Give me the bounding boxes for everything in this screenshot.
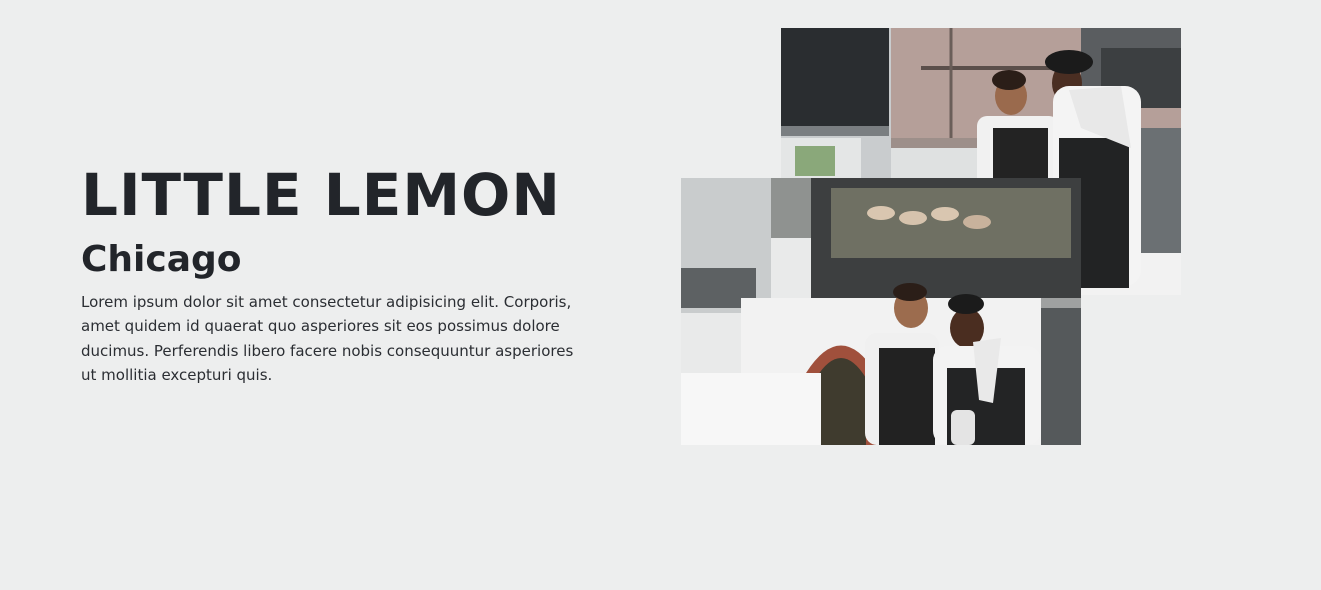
restaurant-name: LITTLE LEMON	[81, 161, 561, 229]
chefs-laughing-image	[681, 178, 1081, 445]
hero-intro: LITTLE LEMON Chicago Lorem ipsum dolor s…	[81, 158, 601, 387]
restaurant-description: Lorem ipsum dolor sit amet consectetur a…	[81, 293, 574, 384]
restaurant-location: Chicago	[81, 239, 242, 280]
chefs-laughing-photo	[681, 178, 1081, 445]
hero-section: LITTLE LEMON Chicago Lorem ipsum dolor s…	[0, 0, 1321, 590]
